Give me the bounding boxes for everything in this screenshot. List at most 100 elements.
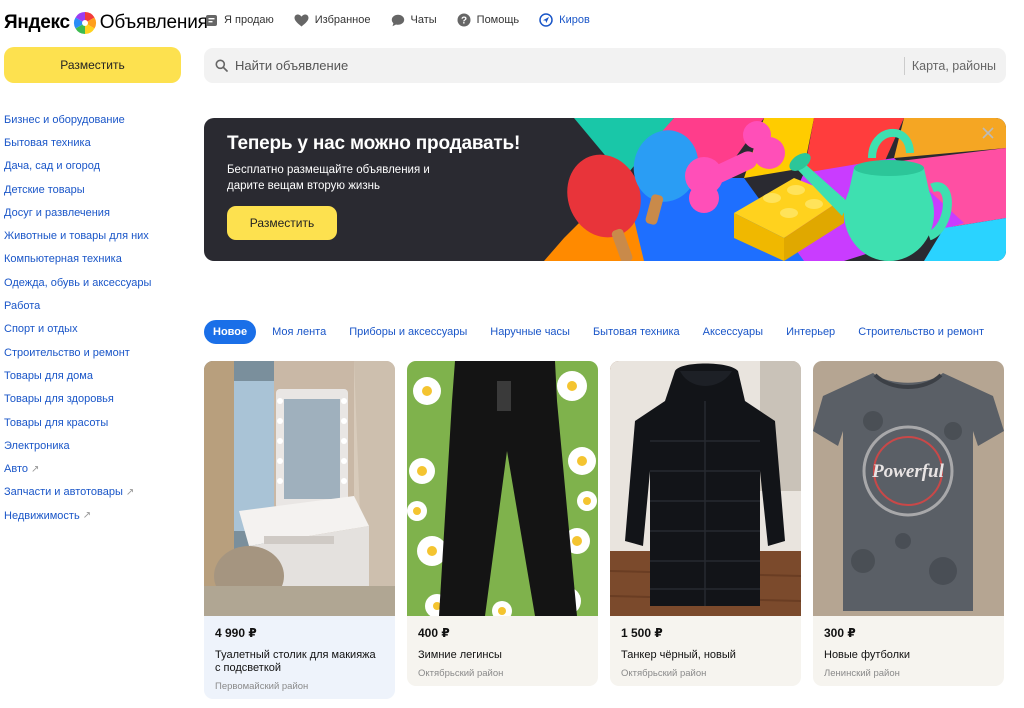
- sidebar-category-label: Животные и товары для них: [4, 230, 149, 243]
- feed-tab[interactable]: Аксессуары: [703, 326, 763, 338]
- sidebar-category[interactable]: Спорт и отдых: [4, 318, 194, 341]
- sidebar-category[interactable]: Одежда, обувь и аксессуары: [4, 271, 194, 294]
- logo[interactable]: Яндекс Объявления: [4, 10, 208, 36]
- feed-tab[interactable]: Моя лента: [272, 326, 326, 338]
- listing-photo-jacket: [610, 361, 801, 616]
- category-sidebar: Бизнес и оборудование Бытовая техника Дача…: [4, 108, 194, 527]
- sidebar-category[interactable]: Товары для здоровья: [4, 388, 194, 411]
- sidebar-category[interactable]: Авто ↗: [4, 457, 194, 480]
- sidebar-category-label: Товары для дома: [4, 369, 93, 382]
- nav-help[interactable]: ? Помощь: [457, 13, 520, 27]
- listing-title: Новые футболки: [824, 649, 911, 661]
- sidebar-category[interactable]: Бизнес и оборудование: [4, 108, 194, 131]
- place-ad-button[interactable]: Разместить: [4, 47, 181, 83]
- banner-place-ad-button[interactable]: Разместить: [227, 206, 337, 240]
- sidebar-category[interactable]: Бытовая техника: [4, 131, 194, 154]
- listing-card[interactable]: Powerful 300 ₽ Новые футболки Ленинский …: [813, 361, 1004, 686]
- logo-flower-icon: [73, 12, 96, 34]
- map-districts-link[interactable]: Карта, районы: [912, 59, 996, 73]
- sidebar-category[interactable]: Детские товары: [4, 178, 194, 201]
- listing-info: 1 500 ₽ Танкер чёрный, новый Октябрьский…: [610, 616, 801, 686]
- sidebar-category[interactable]: Дача, сад и огород: [4, 155, 194, 178]
- sidebar-category-label: Авто: [4, 463, 28, 476]
- sidebar-category[interactable]: Электроника: [4, 434, 194, 457]
- sidebar-category-label: Запчасти и автотовары: [4, 486, 123, 499]
- nav-my-sales-label: Я продаю: [224, 14, 274, 26]
- logo-brand: Яндекс: [4, 12, 70, 33]
- sidebar-category[interactable]: Запчасти и автотовары ↗: [4, 481, 194, 504]
- sidebar-category[interactable]: Животные и товары для них: [4, 224, 194, 247]
- nav-city-label: Киров: [559, 14, 590, 26]
- listing-title: Зимние легинсы: [418, 649, 502, 661]
- listing-title: Туалетный столик для макияжа с подсветко…: [215, 649, 376, 674]
- sidebar-category-label: Товары для красоты: [4, 416, 109, 429]
- help-icon: ?: [457, 13, 471, 27]
- sidebar-category-label: Компьютерная техника: [4, 253, 122, 266]
- nav-my-sales[interactable]: Я продаю: [205, 14, 274, 27]
- nav-chats-label: Чаты: [410, 14, 437, 26]
- listing-photo-vanity: [204, 361, 395, 616]
- close-icon[interactable]: [980, 125, 996, 141]
- feed-tab[interactable]: Строительство и ремонт: [858, 326, 984, 338]
- sidebar-category-label: Бытовая техника: [4, 136, 91, 149]
- nav-favorites[interactable]: Избранное: [294, 14, 371, 27]
- nav-help-label: Помощь: [476, 14, 520, 26]
- listing-card[interactable]: 1 500 ₽ Танкер чёрный, новый Октябрьский…: [610, 361, 801, 686]
- listing-district: Ленинский район: [824, 668, 900, 679]
- listing-card[interactable]: 4 990 ₽ Туалетный столик для макияжа с п…: [204, 361, 395, 699]
- banner-title: Теперь у нас можно продавать!: [227, 133, 521, 154]
- sidebar-category-label: Недвижимость: [4, 509, 80, 522]
- search-input[interactable]: [235, 58, 904, 73]
- sidebar-category[interactable]: Работа: [4, 294, 194, 317]
- heart-icon: [294, 14, 309, 26]
- listing-card[interactable]: 400 ₽ Зимние легинсы Октябрьский район: [407, 361, 598, 686]
- search-divider: [903, 56, 905, 75]
- sidebar-category-label: Досуг и развлечения: [4, 206, 110, 219]
- search-bar: Карта, районы: [204, 48, 1006, 83]
- listing-photo-leggings: [407, 361, 598, 616]
- listing-price: 1 500 ₽: [621, 626, 663, 640]
- logo-service: Объявления: [99, 12, 208, 33]
- sidebar-category[interactable]: Строительство и ремонт: [4, 341, 194, 364]
- listing-district: Октябрьский район: [621, 668, 707, 679]
- sidebar-category-label: Товары для здоровья: [4, 393, 114, 406]
- tshirt-print: Powerful: [871, 461, 945, 482]
- sidebar-category-label: Спорт и отдых: [4, 323, 78, 336]
- sidebar-category[interactable]: Компьютерная техника: [4, 248, 194, 271]
- chat-icon: [391, 14, 404, 26]
- promo-banner: Теперь у нас можно продавать! Бесплатно …: [204, 118, 1006, 261]
- svg-text:?: ?: [461, 16, 467, 27]
- listing-district: Первомайский район: [215, 681, 309, 692]
- nav-chats[interactable]: Чаты: [391, 14, 437, 27]
- sidebar-category[interactable]: Товары для красоты: [4, 411, 194, 434]
- location-icon: [539, 13, 553, 27]
- listing-info: 400 ₽ Зимние легинсы Октябрьский район: [407, 616, 598, 686]
- sidebar-category[interactable]: Недвижимость ↗: [4, 504, 194, 527]
- nav-city[interactable]: Киров: [539, 13, 590, 27]
- feed-tab[interactable]: Интерьер: [786, 326, 835, 338]
- sidebar-category[interactable]: Досуг и развлечения: [4, 201, 194, 224]
- listing-price: 400 ₽: [418, 626, 450, 640]
- sidebar-category-label: Детские товары: [4, 183, 85, 196]
- nav-favorites-label: Избранное: [314, 14, 371, 26]
- listing-district: Октябрьский район: [418, 668, 504, 679]
- feed-tab[interactable]: Наручные часы: [490, 326, 570, 338]
- feed-tab[interactable]: Бытовая техника: [593, 326, 680, 338]
- search-icon: [215, 59, 228, 72]
- sidebar-category[interactable]: Товары для дома: [4, 364, 194, 387]
- listing-title: Танкер чёрный, новый: [621, 649, 736, 661]
- sell-icon: [206, 14, 217, 26]
- feed-tab[interactable]: Новое: [204, 319, 257, 344]
- feed-tabs: Новое Моя лента Приборы и аксессуары Наручн…: [204, 319, 1007, 344]
- sidebar-category-label: Бизнес и оборудование: [4, 113, 125, 126]
- external-link-icon: ↗: [82, 510, 92, 522]
- listing-photo-tshirt: Powerful: [813, 361, 1004, 616]
- sidebar-category-label: Работа: [4, 300, 41, 313]
- listing-price: 4 990 ₽: [215, 626, 257, 640]
- feed-tab[interactable]: Приборы и аксессуары: [349, 326, 467, 338]
- listing-info: 300 ₽ Новые футболки Ленинский район: [813, 616, 1004, 686]
- external-link-icon: ↗: [125, 486, 135, 498]
- banner-subtitle: Бесплатно размещайте объявления и дарите…: [227, 164, 430, 192]
- sidebar-category-label: Одежда, обувь и аксессуары: [4, 276, 152, 289]
- external-link-icon: ↗: [30, 463, 40, 475]
